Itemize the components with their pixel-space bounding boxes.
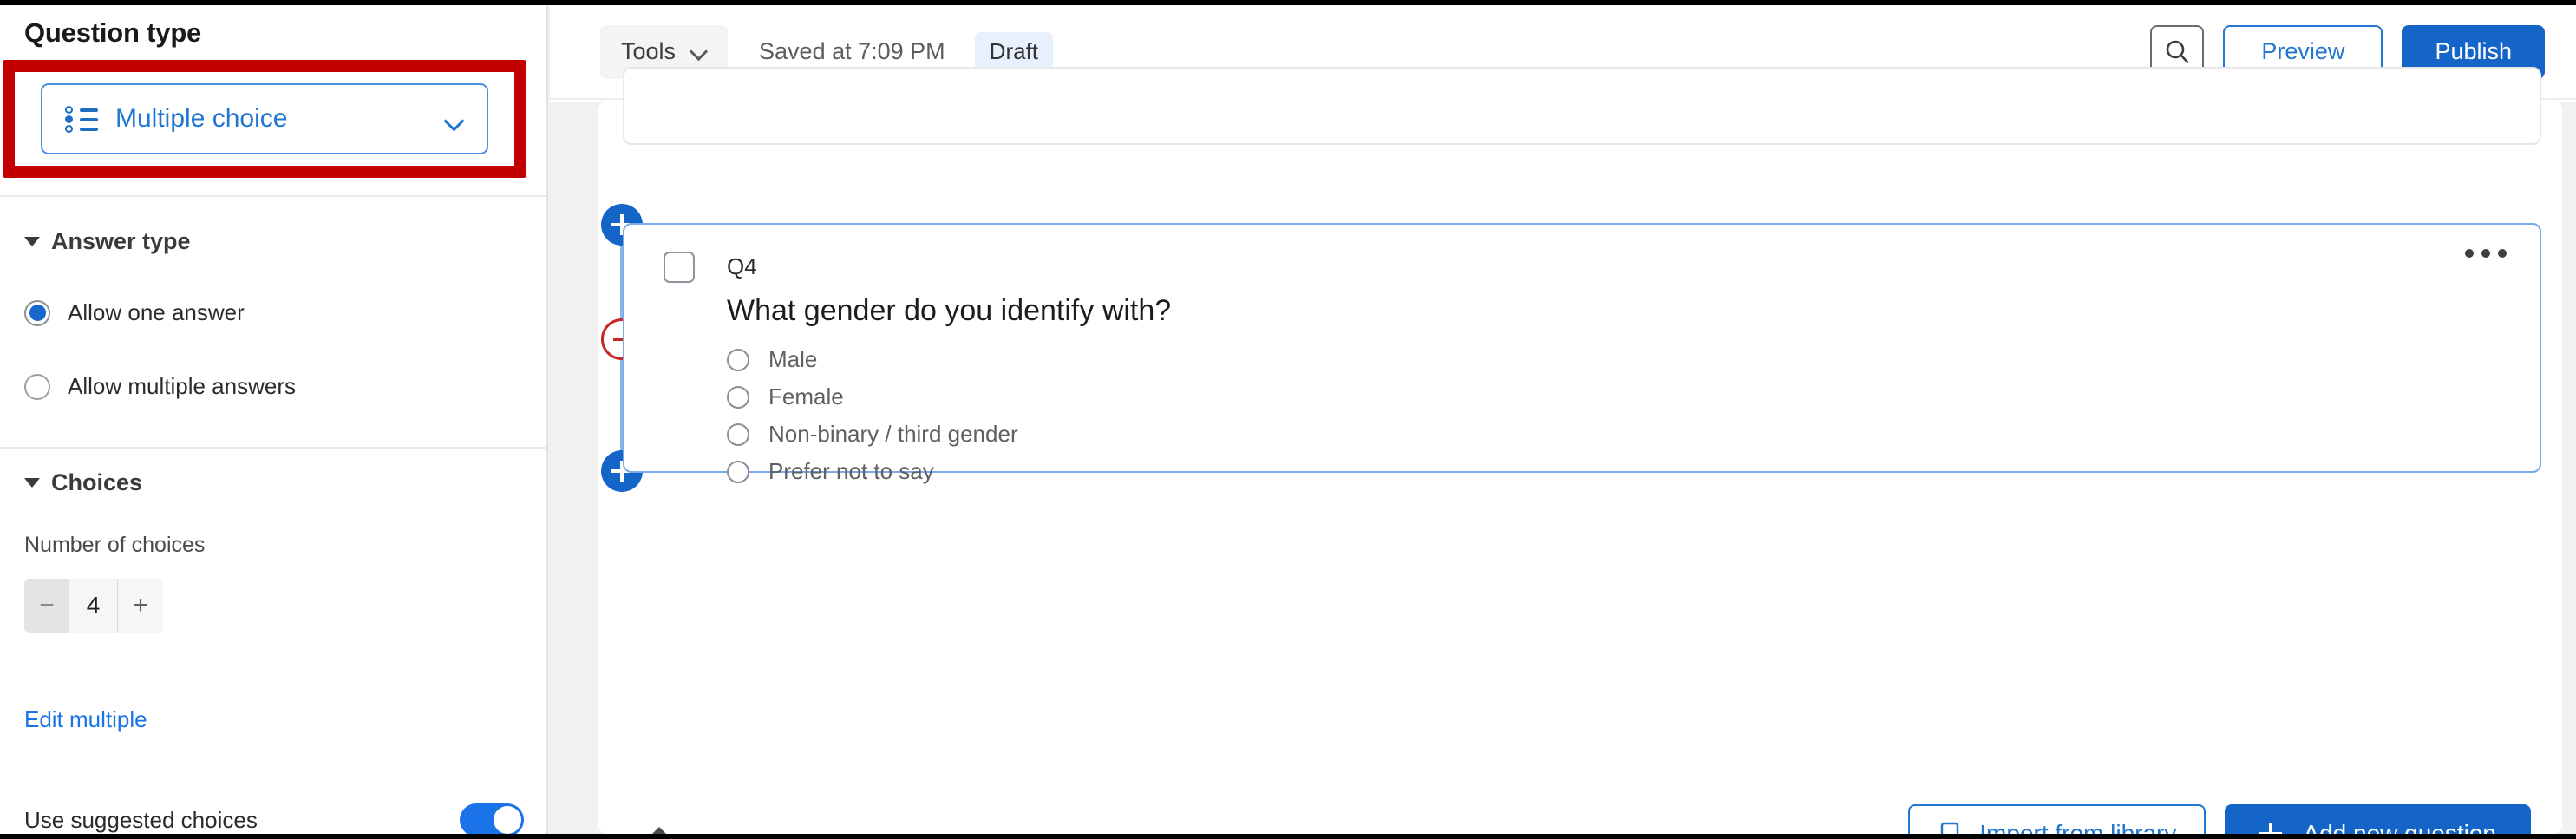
radio-circle-icon — [727, 385, 749, 409]
radio-circle-icon — [727, 423, 749, 446]
section-header-answer-type[interactable]: Answer type — [24, 228, 191, 255]
status-badge: Draft — [974, 32, 1054, 71]
caret-down-icon — [24, 478, 40, 488]
section-title-answer-type: Answer type — [51, 228, 191, 254]
question-card[interactable]: Q4 What gender do you identify with? Mal… — [623, 223, 2541, 484]
sidebar-divider — [0, 447, 546, 449]
choice-option-row[interactable]: Non-binary / third gender — [727, 421, 1018, 448]
radio-label: Allow one answer — [68, 299, 245, 325]
ellipsis-icon[interactable] — [2465, 249, 2507, 258]
number-of-choices-stepper: − 4 + — [24, 579, 163, 633]
question-select-checkbox[interactable] — [664, 252, 695, 283]
edit-multiple-link[interactable]: Edit multiple — [24, 706, 147, 733]
number-of-choices-value: 4 — [69, 579, 118, 633]
question-title[interactable]: What gender do you identify with? — [727, 294, 1171, 328]
section-header-choices[interactable]: Choices — [24, 469, 142, 496]
radio-icon-unselected — [24, 373, 50, 400]
radio-circle-icon — [727, 348, 749, 371]
caret-down-icon — [24, 237, 40, 246]
use-suggested-choices-row: Use suggested choices — [24, 803, 524, 834]
use-suggested-choices-label: Use suggested choices — [24, 806, 258, 833]
survey-canvas: Q4 What gender do you identify with? Mal… — [550, 67, 2576, 839]
choice-label: Prefer not to say — [768, 458, 934, 484]
search-icon — [2167, 40, 2189, 63]
sidebar-title: Question type — [24, 17, 202, 48]
saved-status-text: Saved at 7:09 PM — [759, 38, 945, 64]
radio-label: Allow multiple answers — [68, 373, 296, 399]
radio-allow-multiple-answers[interactable]: Allow multiple answers — [24, 373, 296, 400]
decrement-button[interactable]: − — [24, 579, 69, 633]
increment-button[interactable]: + — [118, 579, 163, 633]
choice-option-row[interactable]: Male — [727, 346, 817, 373]
question-type-dropdown[interactable]: Multiple choice — [41, 83, 488, 154]
use-suggested-choices-toggle[interactable] — [460, 803, 524, 834]
chevron-down-icon — [445, 114, 464, 125]
choice-label: Male — [768, 346, 818, 372]
tools-label: Tools — [621, 38, 677, 64]
number-of-choices-label: Number of choices — [24, 533, 206, 557]
previous-question-card[interactable] — [623, 67, 2541, 145]
screen-bottom-edge — [0, 834, 2576, 839]
choice-label: Female — [768, 383, 844, 410]
chevron-down-icon — [691, 47, 707, 56]
question-type-value: Multiple choice — [115, 104, 288, 133]
choice-option-row[interactable]: Female — [727, 383, 844, 410]
main-content: Tools Saved at 7:09 PM Draft Preview Pub… — [550, 5, 2576, 839]
radio-circle-icon — [727, 460, 749, 483]
radio-icon-selected — [24, 299, 50, 326]
choice-label: Non-binary / third gender — [768, 421, 1018, 447]
list-radio-icon — [65, 104, 98, 134]
question-number: Q4 — [727, 253, 757, 279]
questions-sheet: Q4 What gender do you identify with? Mal… — [598, 67, 2562, 839]
radio-allow-one-answer[interactable]: Allow one answer — [24, 299, 245, 326]
question-settings-sidebar: Question type Multiple choice Answer typ… — [0, 5, 548, 834]
app-root: Question type Multiple choice Answer typ… — [0, 0, 2576, 839]
choice-option-row[interactable]: Prefer not to say — [727, 458, 934, 485]
section-title-choices: Choices — [51, 469, 143, 495]
sidebar-divider — [0, 195, 546, 197]
